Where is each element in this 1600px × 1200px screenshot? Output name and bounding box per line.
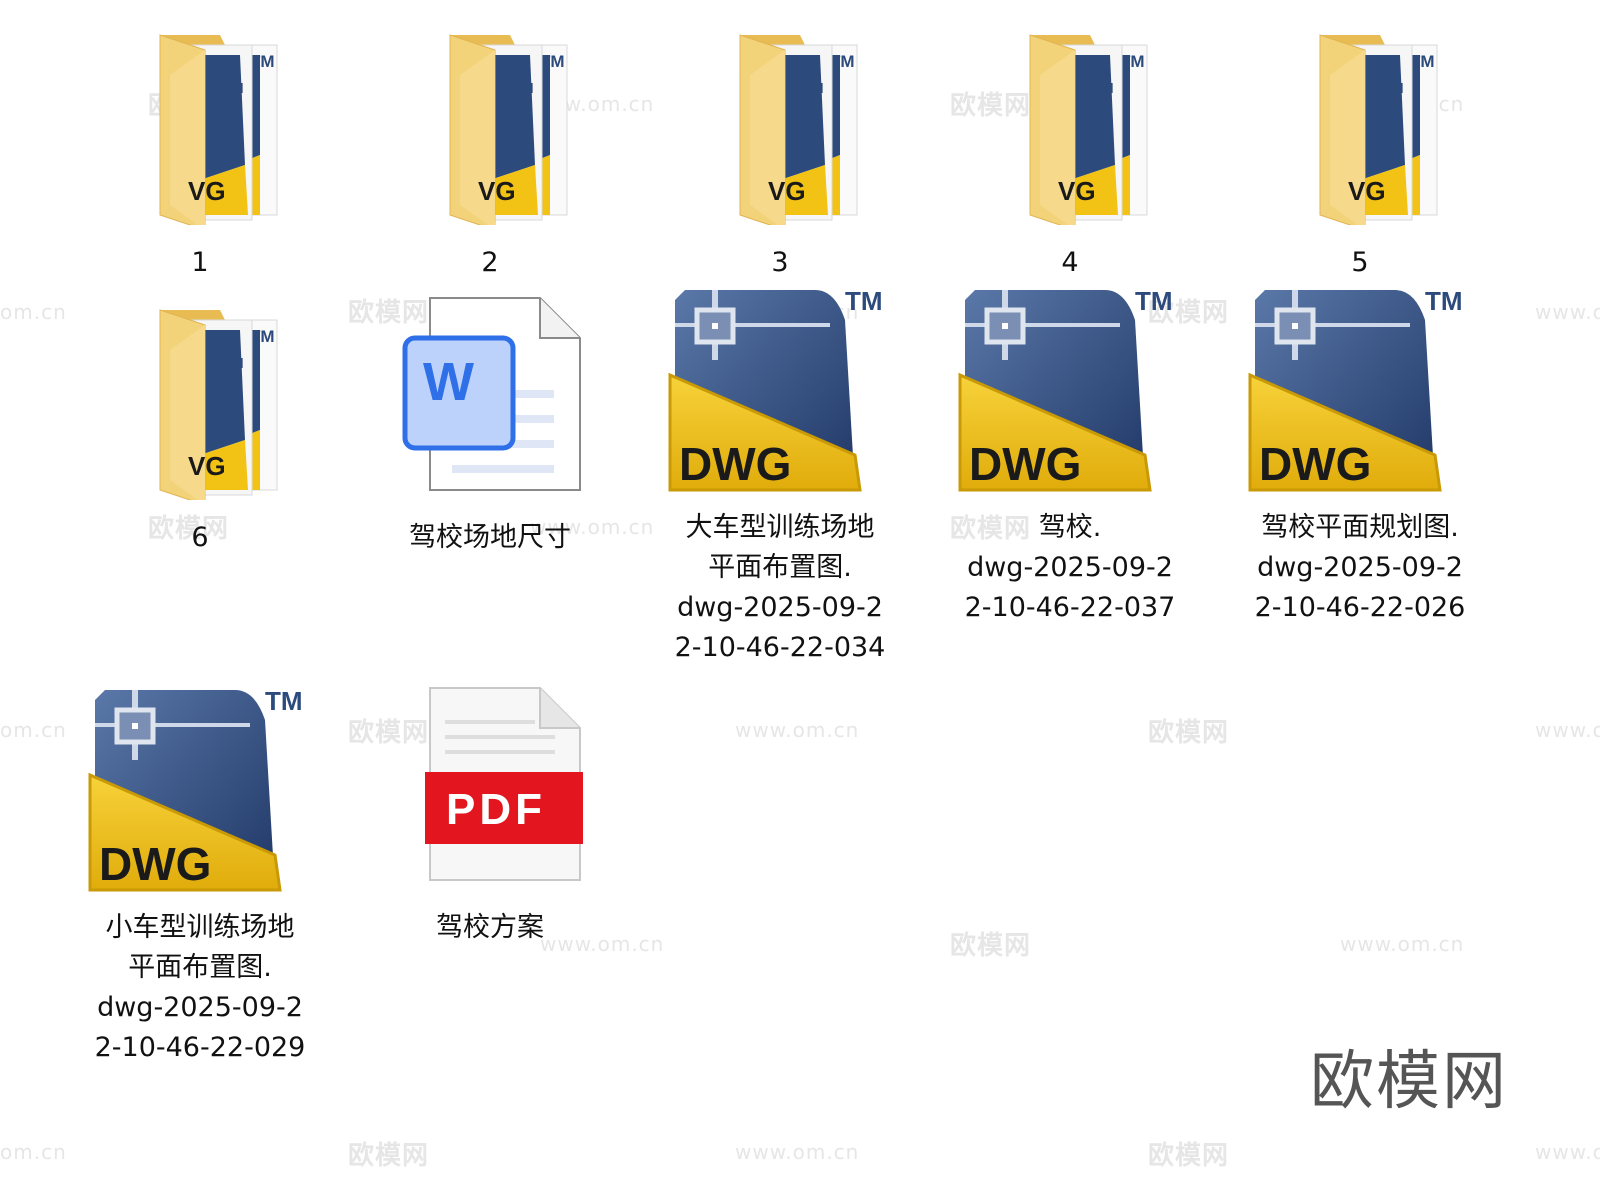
- watermark-logo: 欧模网: [1148, 1141, 1230, 1171]
- svg-text:VG: VG: [478, 176, 516, 206]
- file-item-folder[interactable]: TM TM VG 6: [70, 290, 330, 558]
- autocad-folder-icon: TM TM VG: [1270, 15, 1450, 231]
- file-name-label: 驾校方案: [436, 912, 544, 943]
- svg-text:W: W: [423, 352, 474, 412]
- file-item-word[interactable]: W 驾校场地尺寸: [360, 290, 620, 558]
- file-name-label: 大车型训练场地 平面布置图. dwg-2025-09-2 2-10-46-22-…: [674, 512, 886, 663]
- watermark-url: om.cn: [0, 300, 67, 324]
- file-item-dwg[interactable]: TM DWG 小车型训练场地 平面布置图. dwg-2025-09-2 2-10…: [70, 680, 330, 1068]
- file-name-label: 4: [1061, 247, 1079, 278]
- svg-text:TM: TM: [845, 286, 883, 316]
- file-item-pdf[interactable]: PDF 驾校方案: [360, 680, 620, 948]
- file-item-folder[interactable]: TM TM VG 1: [70, 15, 330, 283]
- file-name-label: 6: [191, 522, 209, 553]
- watermark-url: www.om.cn: [735, 1140, 860, 1164]
- word-document-icon: W: [390, 290, 590, 504]
- svg-text:TM: TM: [265, 686, 303, 716]
- dwg-file-icon: TM DWG: [665, 280, 895, 504]
- watermark-logo: 欧模网: [1148, 718, 1230, 748]
- file-item-folder[interactable]: TM TM VG 4: [940, 15, 1200, 283]
- file-name-label: 驾校平面规划图. dwg-2025-09-2 2-10-46-22-026: [1254, 512, 1466, 623]
- pdf-document-icon: PDF: [390, 680, 590, 894]
- watermark-url: www.om.cn: [735, 718, 860, 742]
- file-name-label: 3: [771, 247, 789, 278]
- autocad-folder-icon: TM TM VG: [110, 290, 290, 506]
- svg-text:DWG: DWG: [99, 838, 211, 890]
- svg-text:VG: VG: [1058, 176, 1096, 206]
- svg-text:DWG: DWG: [679, 438, 791, 490]
- file-name-label: 5: [1351, 247, 1369, 278]
- svg-text:DWG: DWG: [969, 438, 1081, 490]
- svg-text:TM: TM: [1425, 286, 1463, 316]
- autocad-folder-icon: TM TM VG: [400, 15, 580, 231]
- autocad-folder-icon: TM TM VG: [690, 15, 870, 231]
- brand-logo: 欧模网: [1310, 1045, 1508, 1119]
- file-item-dwg[interactable]: TM DWG 驾校平面规划图. dwg-2025-09-2 2-10-46-22…: [1230, 280, 1490, 628]
- svg-text:VG: VG: [188, 451, 226, 481]
- watermark-url: www.om.cn: [1535, 1140, 1600, 1164]
- watermark-logo: 欧模网: [348, 1141, 430, 1171]
- svg-text:PDF: PDF: [446, 785, 546, 834]
- file-name-label: 1: [191, 247, 209, 278]
- file-name-label: 小车型训练场地 平面布置图. dwg-2025-09-2 2-10-46-22-…: [94, 912, 306, 1063]
- dwg-file-icon: TM DWG: [1245, 280, 1475, 504]
- svg-text:VG: VG: [1348, 176, 1386, 206]
- watermark-url: www.om.cn: [1535, 718, 1600, 742]
- file-item-dwg[interactable]: TM DWG 大车型训练场地 平面布置图. dwg-2025-09-2 2-10…: [650, 280, 910, 668]
- watermark-url: www.om.cn: [1535, 300, 1600, 324]
- file-item-folder[interactable]: TM TM VG 5: [1230, 15, 1490, 283]
- file-name-label: 2: [481, 247, 499, 278]
- svg-text:TM: TM: [1135, 286, 1173, 316]
- watermark-url: www.om.cn: [1340, 932, 1465, 956]
- autocad-folder-icon: TM TM VG: [980, 15, 1160, 231]
- svg-text:VG: VG: [768, 176, 806, 206]
- dwg-file-icon: TM DWG: [85, 680, 315, 904]
- file-item-folder[interactable]: TM TM VG 2: [360, 15, 620, 283]
- file-item-folder[interactable]: TM TM VG 3: [650, 15, 910, 283]
- file-name-label: 驾校场地尺寸: [409, 522, 571, 553]
- watermark-logo: 欧模网: [950, 931, 1032, 961]
- dwg-file-icon: TM DWG: [955, 280, 1185, 504]
- watermark-url: om.cn: [0, 718, 67, 742]
- svg-text:VG: VG: [188, 176, 226, 206]
- autocad-folder-icon: TM TM VG: [110, 15, 290, 231]
- svg-text:DWG: DWG: [1259, 438, 1371, 490]
- watermark-url: om.cn: [0, 1140, 67, 1164]
- file-name-label: 驾校. dwg-2025-09-2 2-10-46-22-037: [964, 512, 1176, 623]
- file-item-dwg[interactable]: TM DWG 驾校. dwg-2025-09-2 2-10-46-22-037: [940, 280, 1200, 628]
